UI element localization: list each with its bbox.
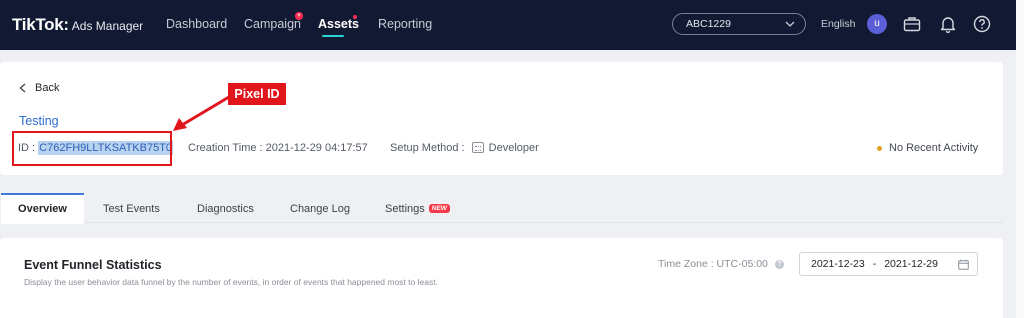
pixel-tabs: Overview Test Events Diagnostics Change … — [0, 193, 1003, 224]
bell-icon[interactable] — [938, 14, 958, 34]
campaign-badge: + — [295, 12, 303, 20]
brand-separator: : — [63, 15, 69, 34]
timezone: Time Zone : UTC-05:00 ? — [658, 258, 784, 270]
date-separator: - — [872, 258, 877, 270]
nav-active-underline — [322, 35, 344, 37]
funnel-description: Display the user behavior data funnel by… — [24, 277, 438, 287]
tab-overview[interactable]: Overview — [1, 193, 84, 224]
tab-settings[interactable]: Settings NEW — [385, 203, 450, 215]
setup-method-label: Setup Method : — [390, 142, 468, 154]
brand-product-name: Ads Manager — [71, 19, 144, 33]
funnel-title: Event Funnel Statistics — [24, 258, 162, 272]
creation-time: Creation Time : 2021-12-29 04:17:57 — [188, 142, 368, 154]
back-button[interactable]: Back — [19, 82, 59, 94]
tab-settings-label: Settings — [385, 203, 425, 215]
nav-item-dashboard[interactable]: Dashboard — [166, 17, 227, 31]
creation-time-label: Creation Time : — [188, 142, 266, 154]
nav-item-reporting[interactable]: Reporting — [378, 17, 432, 31]
status-text: No Recent Activity — [889, 142, 979, 154]
nav-item-campaign[interactable]: Campaign — [244, 17, 301, 31]
brand-logo[interactable]: TikTok : Ads Manager — [12, 15, 143, 35]
annotation-label: Pixel ID — [228, 83, 286, 105]
timezone-label: Time Zone : UTC-05:00 — [658, 258, 768, 270]
tab-test-events[interactable]: Test Events — [103, 203, 160, 215]
date-end: 2021-12-29 — [884, 258, 938, 270]
new-badge: NEW — [428, 204, 450, 213]
assets-notification-dot — [353, 15, 357, 19]
nav-item-assets[interactable]: Assets — [318, 17, 359, 31]
date-range-picker[interactable]: 2021-12-23-2021-12-29 — [799, 252, 978, 276]
account-selector-value: ABC1229 — [686, 18, 731, 30]
setup-method: Setup Method : Developer — [390, 142, 539, 154]
tab-diagnostics[interactable]: Diagnostics — [197, 203, 254, 215]
annotation-highlight-box — [12, 131, 172, 166]
activity-status: No Recent Activity — [877, 142, 978, 154]
code-icon — [471, 142, 484, 153]
top-navbar: TikTok : Ads Manager Dashboard Campaign … — [0, 0, 1016, 50]
tab-change-log[interactable]: Change Log — [290, 203, 350, 215]
account-selector[interactable]: ABC1229 — [672, 13, 806, 35]
creation-time-value: 2021-12-29 04:17:57 — [265, 142, 368, 154]
question-circle-icon[interactable]: ? — [774, 259, 784, 269]
setup-method-value: Developer — [488, 142, 539, 154]
calendar-icon — [958, 259, 969, 270]
pixel-name[interactable]: Testing — [19, 114, 59, 128]
chevron-down-icon — [785, 21, 795, 27]
status-dot — [877, 145, 882, 151]
brand-logo-text: TikTok — [12, 15, 64, 34]
page-scrollbar[interactable] — [1016, 0, 1024, 318]
language-switcher[interactable]: English — [821, 18, 855, 30]
briefcase-icon[interactable] — [902, 14, 922, 34]
annotation-arrow — [173, 95, 230, 131]
back-label: Back — [35, 82, 60, 94]
chevron-left-icon — [19, 83, 26, 93]
date-start: 2021-12-23 — [811, 258, 865, 270]
help-icon[interactable] — [972, 14, 992, 34]
user-avatar[interactable]: u — [867, 14, 887, 34]
